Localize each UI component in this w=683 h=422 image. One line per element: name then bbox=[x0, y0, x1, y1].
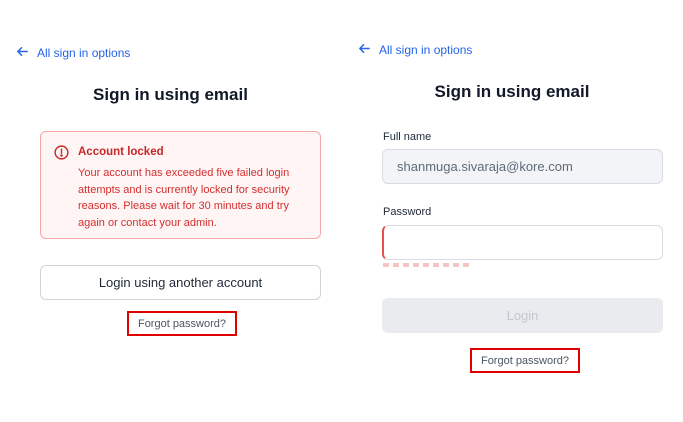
password-field[interactable] bbox=[382, 225, 663, 260]
arrow-left-icon bbox=[16, 45, 29, 61]
page-title: Sign in using email bbox=[93, 85, 248, 104]
back-link-label: All sign in options bbox=[379, 43, 473, 57]
full-name-label: Full name bbox=[383, 131, 432, 143]
locked-signin-panel: All sign in options Sign in using email … bbox=[0, 0, 341, 422]
full-name-field[interactable]: shanmuga.sivaraja@kore.com bbox=[382, 149, 663, 184]
all-signin-options-link[interactable]: All sign in options bbox=[358, 42, 472, 58]
alert-title: Account locked bbox=[78, 146, 164, 158]
email-signin-panel: All sign in options Sign in using email … bbox=[341, 0, 683, 422]
page-title: Sign in using email bbox=[434, 82, 590, 101]
forgot-password-link[interactable]: Forgot password? bbox=[470, 348, 580, 373]
password-error-hint bbox=[383, 263, 473, 267]
forgot-password-link[interactable]: Forgot password? bbox=[127, 311, 237, 336]
arrow-left-icon bbox=[358, 42, 371, 58]
all-signin-options-link[interactable]: All sign in options bbox=[16, 45, 130, 61]
account-locked-alert: Account locked Your account has exceeded… bbox=[40, 131, 321, 239]
login-another-account-button[interactable]: Login using another account bbox=[40, 265, 321, 300]
login-button[interactable]: Login bbox=[382, 298, 663, 333]
back-link-label: All sign in options bbox=[37, 46, 131, 60]
alert-circle-icon bbox=[54, 145, 69, 160]
password-label: Password bbox=[383, 206, 432, 218]
alert-message: Your account has exceeded five failed lo… bbox=[78, 167, 290, 229]
